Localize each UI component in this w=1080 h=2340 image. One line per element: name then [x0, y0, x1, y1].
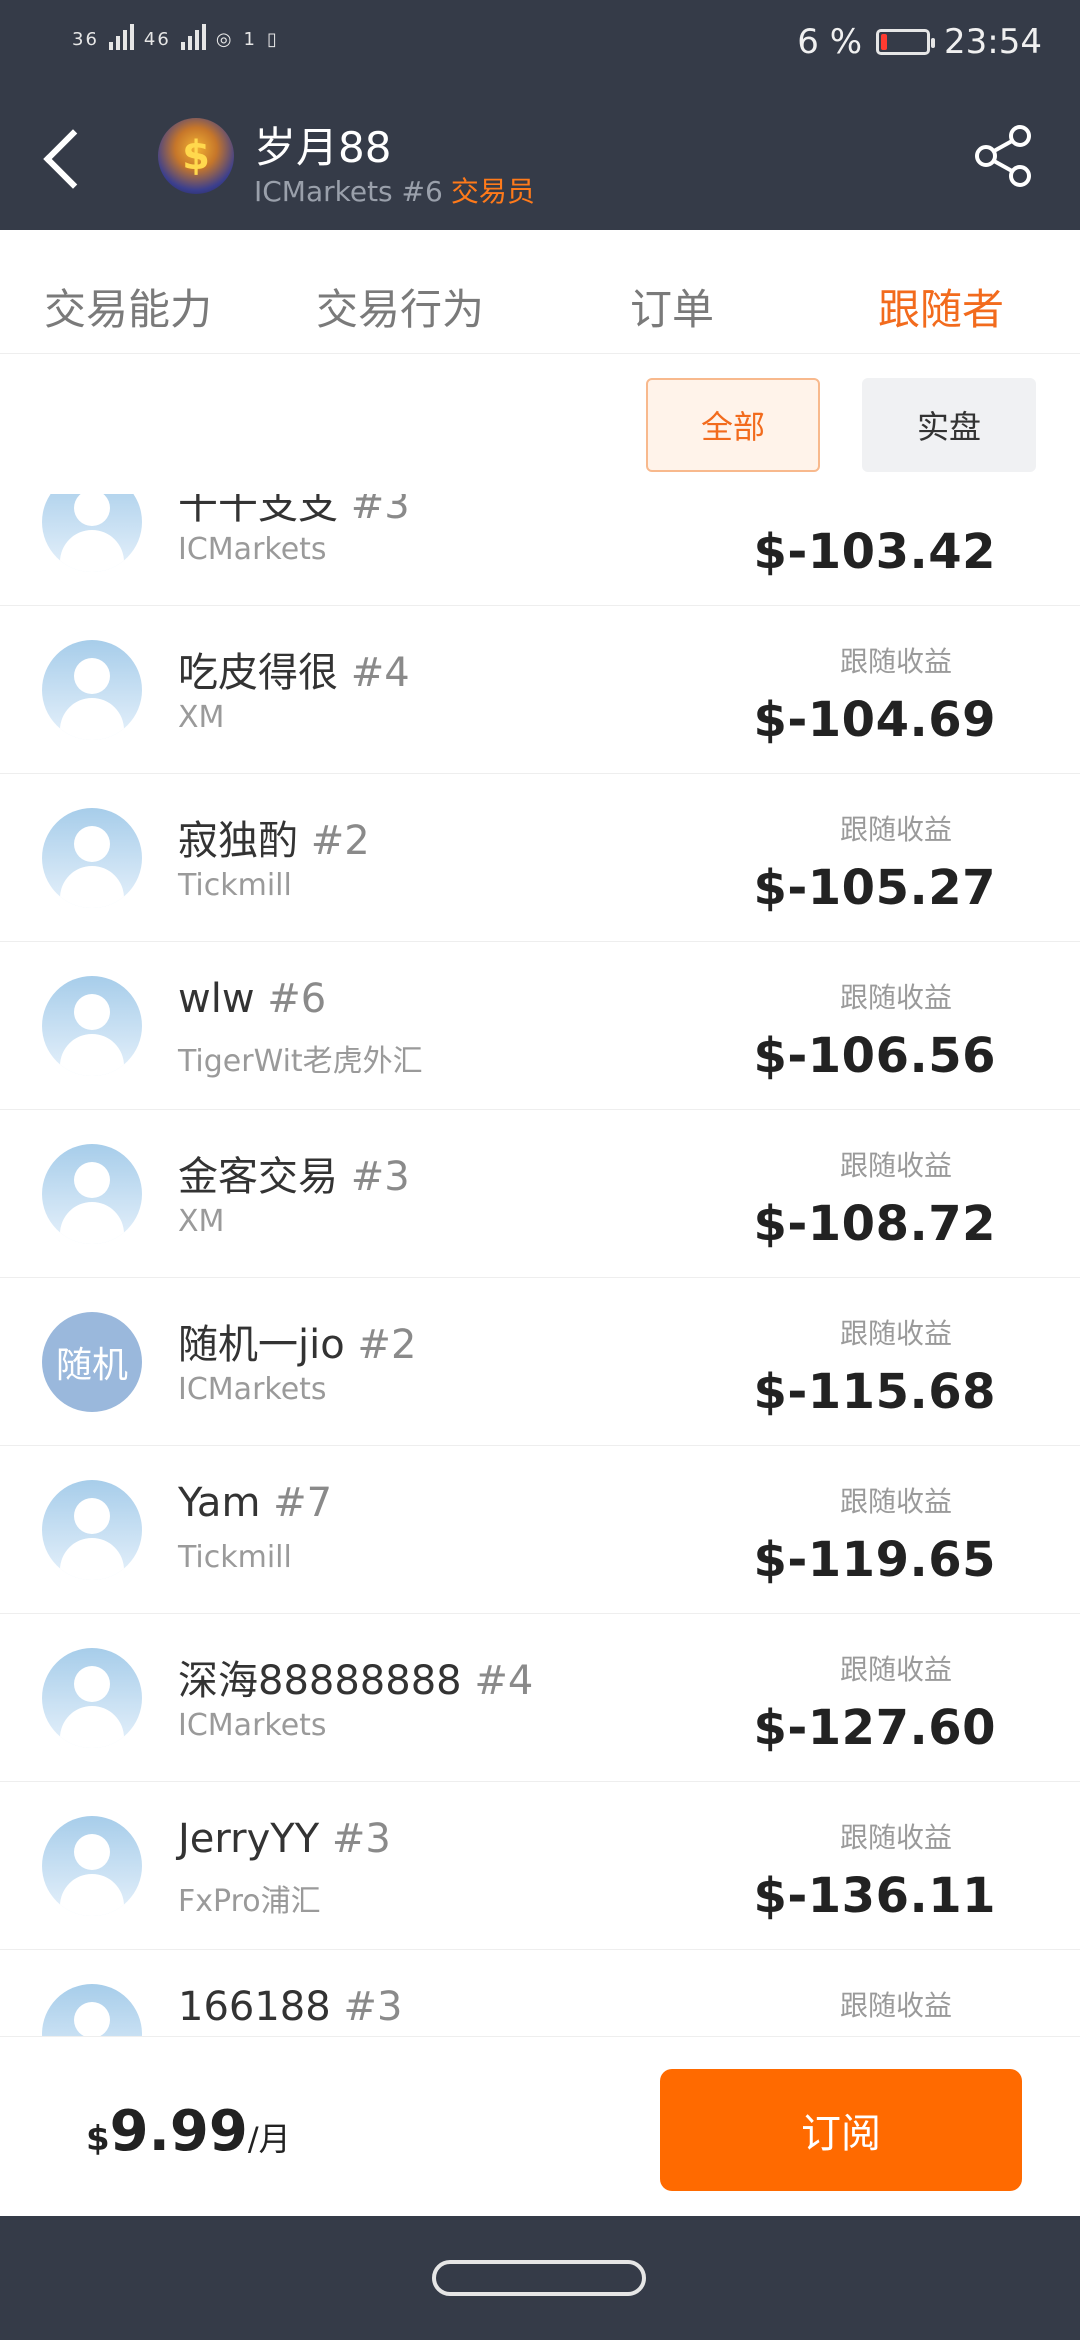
follower-list[interactable]: 干干支支 #3 ICMarkets $-103.42 吃皮得很 #4 XM 跟随… [0, 494, 1080, 2036]
back-button[interactable] [38, 126, 88, 196]
tab-bar: 交易能力 交易行为 订单 跟随者 [0, 244, 1080, 354]
list-item[interactable]: 深海88888888 #4 ICMarkets 跟随收益 $-127.60 [0, 1614, 1080, 1782]
home-gesture-pill[interactable] [432, 2260, 646, 2296]
notification-count: 1 [243, 29, 257, 50]
follow-profit-label: 跟随收益 [839, 1485, 952, 1518]
signal-2-label: 46 [143, 29, 171, 50]
follow-profit-label: 跟随收益 [839, 1821, 952, 1854]
follower-name: 吃皮得很 #4 [178, 650, 410, 696]
avatar [42, 976, 142, 1076]
follow-profit-value: $-119.65 [753, 1532, 996, 1588]
avatar [42, 808, 142, 908]
page-header: $ 岁月88 ICMarkets #6 交易员 [0, 88, 1080, 230]
follower-broker: ICMarkets [178, 532, 327, 567]
status-bar: 36 46 ◎ 1 ▯ 6 % 23:54 [0, 0, 1080, 88]
trader-subtitle: ICMarkets #6 交易员 [254, 170, 535, 210]
follower-broker: Tickmill [178, 1540, 292, 1575]
filter-real-button[interactable]: 实盘 [862, 378, 1036, 472]
follower-broker: TigerWit老虎外汇 [178, 1044, 423, 1079]
follow-profit-label: 跟随收益 [839, 1653, 952, 1686]
list-item[interactable]: JerryYY #3 FxPro浦汇 跟随收益 $-136.11 [0, 1782, 1080, 1950]
subscribe-bar: $9.99/月 订阅 [0, 2036, 1080, 2216]
follow-profit-value: $-106.56 [753, 1028, 996, 1084]
filter-all-button[interactable]: 全部 [646, 378, 820, 472]
follow-profit-value: $-115.68 [753, 1364, 996, 1420]
filter-bar: 全部 实盘 [0, 354, 1080, 494]
wifi-icon: ◎ [215, 29, 234, 50]
follower-broker: XM [178, 700, 225, 735]
list-item[interactable]: 随机 随机一jio #2 ICMarkets 跟随收益 $-115.68 [0, 1278, 1080, 1446]
follow-profit-value: $-103.42 [753, 524, 996, 580]
price-currency: $ [86, 2119, 110, 2159]
follow-profit-value: $-105.27 [753, 860, 996, 916]
status-right: 6 % 23:54 [797, 22, 1042, 62]
trader-broker-rank: ICMarkets #6 [254, 175, 443, 208]
top-bar: 36 46 ◎ 1 ▯ 6 % 23:54 $ 岁月88 ICMarkets #… [0, 0, 1080, 230]
follow-profit-label: 跟随收益 [839, 1989, 952, 2022]
price-amount: 9.99 [109, 2099, 248, 2164]
list-item[interactable]: Yam #7 Tickmill 跟随收益 $-119.65 [0, 1446, 1080, 1614]
follower-name: 干干支支 #3 [178, 494, 410, 528]
follow-profit-label: 跟随收益 [839, 1149, 952, 1182]
trader-avatar[interactable]: $ [158, 118, 234, 194]
subscription-price: $9.99/月 [86, 2099, 291, 2164]
list-item[interactable]: 寂独酌 #2 Tickmill 跟随收益 $-105.27 [0, 774, 1080, 942]
share-icon[interactable] [972, 124, 1036, 188]
vibrate-icon: ▯ [266, 29, 279, 50]
signal-1-label: 36 [72, 29, 99, 50]
price-unit: /月 [247, 2120, 291, 2158]
follow-profit-label: 跟随收益 [839, 645, 952, 678]
signal-bars-icon [108, 24, 134, 50]
avatar [42, 1480, 142, 1580]
battery-percent: 6 % [797, 22, 863, 62]
tab-orders[interactable]: 订单 [630, 276, 714, 337]
clock: 23:54 [944, 22, 1042, 62]
follower-name: JerryYY #3 [178, 1816, 391, 1862]
follow-profit-value: $-108.72 [753, 1196, 996, 1252]
follow-profit-label: 跟随收益 [839, 1317, 952, 1350]
avatar: 随机 [42, 1312, 142, 1412]
follow-profit-label: 跟随收益 [839, 981, 952, 1014]
trader-role: 交易员 [450, 175, 535, 208]
follow-profit-value: $-127.60 [753, 1700, 996, 1756]
follower-name: 寂独酌 #2 [178, 818, 370, 864]
follow-profit-value: $-136.11 [753, 1868, 996, 1924]
follower-broker: ICMarkets [178, 1708, 327, 1743]
subscribe-button[interactable]: 订阅 [660, 2069, 1022, 2191]
avatar [42, 1648, 142, 1748]
list-item[interactable]: 金客交易 #3 XM 跟随收益 $-108.72 [0, 1110, 1080, 1278]
tab-trading-behavior[interactable]: 交易行为 [316, 276, 484, 337]
follower-broker: Tickmill [178, 868, 292, 903]
signal-indicators: 36 46 ◎ 1 ▯ [72, 24, 279, 50]
avatar [42, 640, 142, 740]
follower-name: 金客交易 #3 [178, 1154, 410, 1200]
list-item[interactable]: 166188 #3 跟随收益 [0, 1950, 1080, 2036]
trader-name: 岁月88 [254, 123, 392, 172]
tab-followers[interactable]: 跟随者 [878, 276, 1004, 337]
list-item[interactable]: 吃皮得很 #4 XM 跟随收益 $-104.69 [0, 606, 1080, 774]
follow-profit-label: 跟随收益 [839, 813, 952, 846]
follower-name: Yam #7 [178, 1480, 333, 1526]
system-nav-bar [0, 2216, 1080, 2340]
list-item[interactable]: wlw #6 TigerWit老虎外汇 跟随收益 $-106.56 [0, 942, 1080, 1110]
follower-name: wlw #6 [178, 976, 327, 1022]
list-item[interactable]: 干干支支 #3 ICMarkets $-103.42 [0, 494, 1080, 606]
follower-broker: ICMarkets [178, 1372, 327, 1407]
avatar [42, 494, 142, 572]
follow-profit-value: $-104.69 [753, 692, 996, 748]
avatar [42, 1984, 142, 2036]
follower-name: 随机一jio #2 [178, 1322, 417, 1368]
follower-broker: XM [178, 1204, 225, 1239]
follower-name: 166188 #3 [178, 1984, 403, 2030]
tab-trading-ability[interactable]: 交易能力 [44, 276, 212, 337]
avatar [42, 1144, 142, 1244]
signal-bars-icon-2 [180, 24, 206, 50]
follower-name: 深海88888888 #4 [178, 1658, 534, 1704]
avatar [42, 1816, 142, 1916]
battery-icon [876, 29, 936, 55]
follower-broker: FxPro浦汇 [178, 1884, 321, 1919]
